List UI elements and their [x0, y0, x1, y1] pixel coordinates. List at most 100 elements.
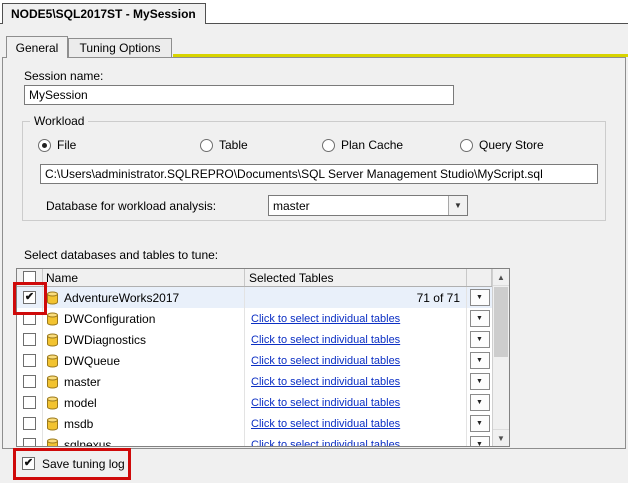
table-row[interactable]: DWQueue Click to select individual tables… — [17, 350, 492, 371]
row-combo-cell: ▼ — [467, 371, 492, 392]
row-checkbox[interactable] — [23, 375, 36, 388]
row-checkbox[interactable]: ✔ — [23, 291, 36, 304]
tab-tuning-options[interactable]: Tuning Options — [68, 38, 172, 57]
scrollbar-thumb[interactable] — [494, 287, 508, 357]
row-tables-cell: Click to select individual tables — [245, 392, 467, 413]
row-name-cell: msdb — [43, 413, 245, 434]
row-checkbox[interactable] — [23, 438, 36, 446]
row-combo-cell: ▼ — [467, 392, 492, 413]
session-name-input[interactable] — [24, 85, 454, 105]
session-document-tab[interactable]: NODE5\SQL2017ST - MySession — [2, 3, 206, 24]
row-combo-cell: ▼ — [467, 287, 492, 308]
row-combo-cell: ▼ — [467, 308, 492, 329]
workload-option-file[interactable]: File — [38, 138, 200, 152]
tables-dropdown-button[interactable]: ▼ — [469, 310, 490, 327]
radio-label-plan-cache: Plan Cache — [341, 138, 404, 152]
database-name: sqlnexus — [64, 437, 112, 447]
grid-scrollbar[interactable]: ▲ ▼ — [492, 269, 509, 446]
header-check-cell — [17, 269, 43, 286]
row-tables-cell: Click to select individual tables — [245, 350, 467, 371]
row-check-cell — [17, 350, 43, 371]
tables-dropdown-button[interactable]: ▼ — [469, 415, 490, 432]
row-checkbox[interactable] — [23, 333, 36, 346]
tables-dropdown-button[interactable]: ▼ — [469, 394, 490, 411]
select-tables-link[interactable]: Click to select individual tables — [245, 313, 400, 325]
select-tables-link[interactable]: Click to select individual tables — [245, 418, 400, 430]
workload-option-table[interactable]: Table — [200, 138, 322, 152]
tables-dropdown-button[interactable]: ▼ — [469, 436, 490, 446]
database-icon — [46, 354, 59, 368]
radio-button-table — [200, 138, 213, 152]
workload-group-label: Workload — [30, 114, 89, 128]
save-tuning-log-checkbox[interactable]: ✔ — [22, 457, 35, 470]
select-tables-link[interactable]: Click to select individual tables — [245, 439, 400, 447]
database-icon — [46, 396, 59, 410]
workload-options: File Table Plan Cache Query Store — [38, 137, 606, 153]
tab-general-label: General — [15, 40, 59, 55]
grid-caption: Select databases and tables to tune: — [24, 248, 219, 262]
row-check-cell — [17, 434, 43, 446]
radio-button-plan-cache — [322, 138, 335, 152]
row-tables-cell: Click to select individual tables — [245, 329, 467, 350]
database-analysis-label: Database for workload analysis: — [46, 199, 217, 213]
table-row[interactable]: DWDiagnostics Click to select individual … — [17, 329, 492, 350]
selected-tables-count: 71 of 71 — [416, 290, 460, 305]
column-header-name: Name — [43, 269, 245, 286]
table-row[interactable]: master Click to select individual tables ▼ — [17, 371, 492, 392]
tables-dropdown-button[interactable]: ▼ — [469, 289, 490, 306]
database-name: master — [64, 374, 101, 389]
session-document-tab-label: NODE5\SQL2017ST - MySession — [11, 7, 196, 21]
database-name: AdventureWorks2017 — [64, 290, 180, 305]
database-icon — [46, 291, 59, 305]
column-header-selected-tables: Selected Tables — [245, 269, 467, 286]
select-tables-link[interactable]: Click to select individual tables — [245, 355, 400, 367]
databases-grid: Name Selected Tables ✔ AdventureWorks2017… — [16, 268, 510, 447]
row-combo-cell: ▼ — [467, 329, 492, 350]
row-checkbox[interactable] — [23, 312, 36, 325]
row-check-cell — [17, 308, 43, 329]
workload-file-input[interactable] — [40, 164, 598, 184]
row-combo-cell: ▼ — [467, 413, 492, 434]
session-name-label: Session name: — [24, 69, 104, 83]
row-name-cell: sqlnexus — [43, 434, 245, 446]
row-name-cell: DWQueue — [43, 350, 245, 371]
radio-button-query-store — [460, 138, 473, 152]
tab-general[interactable]: General — [6, 36, 68, 58]
row-checkbox[interactable] — [23, 417, 36, 430]
select-all-checkbox[interactable] — [23, 271, 36, 284]
table-row[interactable]: msdb Click to select individual tables ▼ — [17, 413, 492, 434]
row-tables-cell: Click to select individual tables — [245, 413, 467, 434]
table-row[interactable]: DWConfiguration Click to select individua… — [17, 308, 492, 329]
row-name-cell: DWConfiguration — [43, 308, 245, 329]
row-checkbox[interactable] — [23, 396, 36, 409]
grid-rows: ✔ AdventureWorks2017 71 of 71 ▼ DWConfigurat… — [17, 287, 492, 446]
database-icon — [46, 417, 59, 431]
row-check-cell: ✔ — [17, 287, 43, 308]
database-name: msdb — [64, 416, 94, 431]
row-check-cell — [17, 329, 43, 350]
tables-dropdown-button[interactable]: ▼ — [469, 352, 490, 369]
row-checkbox[interactable] — [23, 354, 36, 367]
database-name: DWQueue — [64, 353, 121, 368]
database-icon — [46, 438, 59, 446]
row-combo-cell: ▼ — [467, 350, 492, 371]
row-name-cell: model — [43, 392, 245, 413]
scrollbar-up-icon[interactable]: ▲ — [493, 269, 509, 286]
select-tables-link[interactable]: Click to select individual tables — [245, 376, 400, 388]
workload-option-query-store[interactable]: Query Store — [460, 138, 544, 152]
tables-dropdown-button[interactable]: ▼ — [469, 373, 490, 390]
combo-dropdown-icon[interactable]: ▼ — [448, 196, 467, 215]
database-analysis-combo[interactable]: master ▼ — [268, 195, 468, 216]
row-tables-cell: Click to select individual tables — [245, 371, 467, 392]
row-tables-cell: 71 of 71 — [245, 287, 467, 308]
workload-option-plan-cache[interactable]: Plan Cache — [322, 138, 460, 152]
table-row[interactable]: model Click to select individual tables ▼ — [17, 392, 492, 413]
select-tables-link[interactable]: Click to select individual tables — [245, 397, 400, 409]
database-name: model — [64, 395, 97, 410]
database-icon — [46, 312, 59, 326]
tables-dropdown-button[interactable]: ▼ — [469, 331, 490, 348]
table-row[interactable]: sqlnexus Click to select individual table… — [17, 434, 492, 446]
table-row[interactable]: ✔ AdventureWorks2017 71 of 71 ▼ — [17, 287, 492, 308]
scrollbar-down-icon[interactable]: ▼ — [493, 429, 509, 446]
select-tables-link[interactable]: Click to select individual tables — [245, 334, 400, 346]
